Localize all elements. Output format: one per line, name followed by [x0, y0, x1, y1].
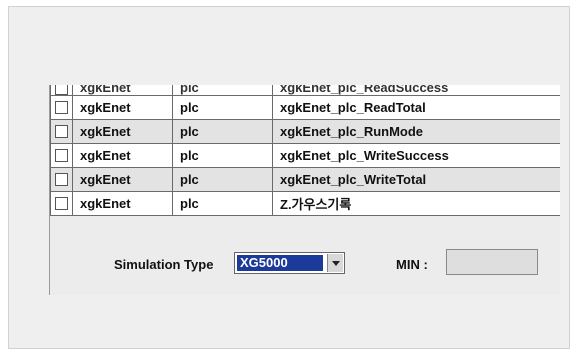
device-name-cell: xgkEnet: [72, 95, 173, 120]
tag-table: xgkEnet plc xgkEnet_plc_ReadSuccess xgkE…: [50, 85, 560, 216]
simulation-type-label: Simulation Type: [114, 257, 214, 272]
dropdown-arrow-icon[interactable]: [327, 254, 343, 272]
tag-name-cell: xgkEnet_plc_ReadTotal: [272, 95, 560, 120]
table-row[interactable]: xgkEnet plc xgkEnet_plc_RunMode: [50, 119, 560, 144]
device-name-cell: xgkEnet: [72, 143, 173, 168]
tag-name-cell: xgkEnet_plc_WriteTotal: [272, 167, 560, 192]
tag-name-cell: Z.가우스기록: [272, 191, 560, 216]
table-row[interactable]: xgkEnet plc Z.가우스기록: [50, 191, 560, 216]
device-name-cell: xgkEnet: [72, 167, 173, 192]
min-input[interactable]: [446, 249, 538, 275]
device-name-cell: xgkEnet: [72, 119, 173, 144]
row-checkbox[interactable]: [55, 149, 68, 162]
row-checkbox-cell[interactable]: [50, 167, 73, 192]
device-name-cell: xgkEnet: [72, 85, 173, 96]
row-checkbox[interactable]: [55, 125, 68, 138]
tag-list-panel: xgkEnet plc xgkEnet_plc_ReadSuccess xgkE…: [49, 85, 560, 295]
row-checkbox[interactable]: [55, 101, 68, 114]
table-row[interactable]: xgkEnet plc xgkEnet_plc_WriteTotal: [50, 167, 560, 192]
device-type-cell: plc: [172, 143, 273, 168]
row-checkbox[interactable]: [55, 173, 68, 186]
row-checkbox-cell[interactable]: [50, 119, 73, 144]
device-type-cell: plc: [172, 85, 273, 96]
window-frame: xgkEnet plc xgkEnet_plc_ReadSuccess xgkE…: [8, 6, 570, 349]
device-type-cell: plc: [172, 191, 273, 216]
row-checkbox[interactable]: [55, 85, 68, 95]
row-checkbox-cell[interactable]: [50, 95, 73, 120]
row-checkbox-cell[interactable]: [50, 85, 73, 96]
table-row[interactable]: xgkEnet plc xgkEnet_plc_ReadSuccess: [50, 85, 560, 96]
row-checkbox[interactable]: [55, 197, 68, 210]
tag-name-cell: xgkEnet_plc_ReadSuccess: [272, 85, 560, 96]
device-name-cell: xgkEnet: [72, 191, 173, 216]
row-checkbox-cell[interactable]: [50, 143, 73, 168]
simulation-type-value[interactable]: XG5000: [237, 255, 323, 271]
simulation-type-select[interactable]: XG5000: [234, 252, 345, 274]
table-row[interactable]: xgkEnet plc xgkEnet_plc_WriteSuccess: [50, 143, 560, 168]
tag-name-cell: xgkEnet_plc_WriteSuccess: [272, 143, 560, 168]
row-checkbox-cell[interactable]: [50, 191, 73, 216]
device-type-cell: plc: [172, 167, 273, 192]
min-label: MIN :: [396, 257, 428, 272]
table-row[interactable]: xgkEnet plc xgkEnet_plc_ReadTotal: [50, 95, 560, 120]
device-type-cell: plc: [172, 119, 273, 144]
tag-name-cell: xgkEnet_plc_RunMode: [272, 119, 560, 144]
device-type-cell: plc: [172, 95, 273, 120]
